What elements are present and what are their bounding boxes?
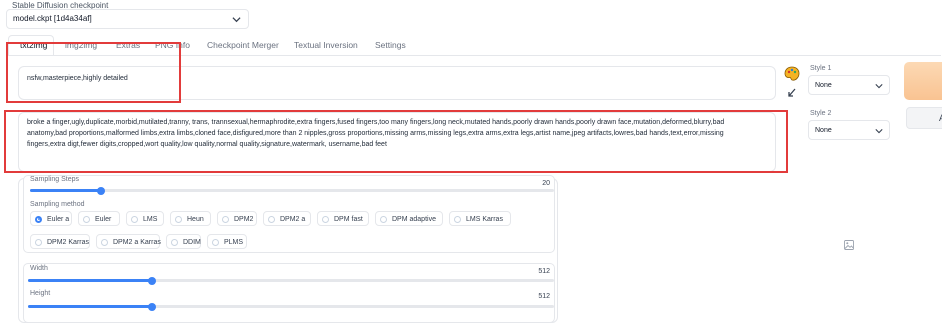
sampling-block: Sampling Steps 20 Sampling method Euler … [23,175,555,253]
sampling-option-label: DPM2 a Karras [113,238,161,246]
sampling-steps-thumb[interactable] [96,186,105,195]
width-label: Width [30,265,48,272]
radio-dot-icon [35,215,42,223]
radio-dot-icon [454,215,461,223]
height-slider[interactable] [28,302,554,311]
sampling-steps-label: Sampling Steps [30,176,80,183]
image-placeholder-icon [844,240,854,250]
radio-dot-icon [175,215,182,223]
sampling-option-lms-karras[interactable]: LMS Karras [449,211,511,226]
width-slider[interactable] [28,276,554,285]
sampling-steps-slider[interactable] [30,186,554,195]
sampling-option-label: DPM2 [234,215,254,223]
tab-textual-inversion[interactable]: Textual Inversion [294,40,358,50]
style-2-label: Style 2 [810,110,832,117]
sampling-option-label: DPM2 a [280,215,306,223]
sampling-option-dpm2[interactable]: DPM2 [217,211,257,226]
checkpoint-select[interactable]: model.ckpt [1d4a34af] [6,9,249,29]
negative-prompt-input[interactable]: broke a finger,ugly,duplicate,morbid,mut… [18,112,776,172]
generation-settings-panel: Sampling Steps 20 Sampling method Euler … [18,175,558,323]
paint-palette-icon[interactable] [783,65,801,83]
sampling-option-label: LMS [143,215,158,223]
sampling-option-lms[interactable]: LMS [126,211,164,226]
width-thumb[interactable] [147,276,156,285]
sampling-option-plms[interactable]: PLMS [207,234,247,249]
sampling-option-dpm2-a[interactable]: DPM2 a [263,211,311,226]
style-1-value: None [815,82,832,89]
radio-dot-icon [380,215,387,223]
style-2-value: None [815,127,832,134]
sampling-option-dpm2-karras[interactable]: DPM2 Karras [30,234,90,249]
chevron-down-icon [232,17,241,23]
prompt-text: nsfw,masterpiece,highly detailed [27,75,128,82]
sampling-option-label: DDIM [183,238,201,246]
checkpoint-value: model.ckpt [1d4a34af] [13,14,92,23]
chevron-down-icon [875,129,883,134]
arrow-icon[interactable] [783,84,801,102]
sampling-option-dpm2-a-karras[interactable]: DPM2 a Karras [96,234,161,249]
sampling-method-label: Sampling method [30,201,85,208]
sampling-option-euler[interactable]: Euler [78,211,120,226]
radio-dot-icon [171,238,178,246]
radio-dot-icon [35,238,42,246]
interrupt-button[interactable]: A [906,107,942,129]
dimensions-block: Width 512 Height 512 [23,263,555,323]
sampling-option-euler-a[interactable]: Euler a [30,211,72,226]
sampling-option-label: DPM2 Karras [47,238,90,246]
sampling-option-dpm-adaptive[interactable]: DPM adaptive [375,211,443,226]
height-value[interactable]: 512 [520,293,550,300]
sampling-option-label: Heun [187,215,204,223]
negative-prompt-line-1: broke a finger,ugly,duplicate,morbid,mut… [27,119,725,126]
sampling-steps-fill [30,189,101,192]
sampling-option-label: DPM adaptive [392,215,436,223]
height-fill [28,305,152,308]
negative-prompt-line-2: anatomy,bad proportions,malformed limbs,… [27,130,724,137]
sampling-option-ddim[interactable]: DDIM [166,234,201,249]
sampling-option-label: LMS Karras [466,215,503,223]
sampling-option-label: DPM fast [334,215,363,223]
width-value[interactable]: 512 [520,268,550,275]
radio-dot-icon [222,215,229,223]
prompt-input[interactable]: nsfw,masterpiece,highly detailed [18,66,776,100]
sampling-option-heun[interactable]: Heun [170,211,211,226]
chevron-down-icon [875,84,883,89]
radio-dot-icon [83,215,90,223]
sampling-option-label: PLMS [224,238,244,246]
negative-prompt-line-3: fingers,extra digt,fewer digits,cropped,… [27,141,387,148]
radio-dot-icon [268,215,275,223]
width-fill [28,279,152,282]
tab-checkpoint-merger[interactable]: Checkpoint Merger [207,40,279,50]
generate-button[interactable] [904,62,942,100]
sampling-option-label: Euler a [47,215,70,223]
radio-dot-icon [212,238,219,246]
radio-dot-icon [131,215,138,223]
tab-extras[interactable]: Extras [116,40,140,50]
tab-png-info[interactable]: PNG Info [155,40,190,50]
sampling-option-label: Euler [95,215,112,223]
height-label: Height [30,290,51,297]
radio-dot-icon [322,215,329,223]
style-1-select[interactable]: None [808,75,890,95]
height-thumb[interactable] [147,302,156,311]
sampling-steps-value[interactable]: 20 [520,180,550,187]
tab-img2img[interactable]: img2img [65,40,97,50]
style-2-select[interactable]: None [808,120,890,140]
tab-txt2img[interactable]: txt2img [20,40,47,50]
style-1-label: Style 1 [810,65,832,72]
tab-settings[interactable]: Settings [375,40,406,50]
sampling-option-dpm-fast[interactable]: DPM fast [317,211,369,226]
tab-divider [6,55,941,56]
radio-dot-icon [101,238,108,246]
